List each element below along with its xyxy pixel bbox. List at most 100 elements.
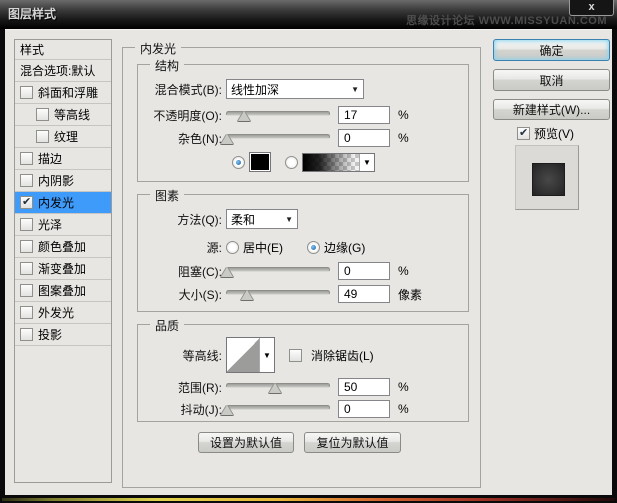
opacity-slider[interactable]: [226, 107, 330, 123]
elements-group: 图素 方法(Q): 柔和 ▼ 源: 居中(E) 边缘(G) 阻塞(C): 0 %…: [137, 187, 469, 312]
antialias-checkbox[interactable]: [289, 348, 302, 362]
panel-title: 内发光: [135, 40, 182, 57]
checkbox-checked-icon[interactable]: [20, 195, 33, 209]
close-button[interactable]: x: [569, 0, 614, 16]
sidebar-item-bevel-emboss[interactable]: 斜面和浮雕: [15, 82, 111, 104]
sidebar-item-gradient-overlay[interactable]: 渐变叠加: [15, 258, 111, 280]
sidebar-label: 斜面和浮雕: [38, 86, 99, 100]
sidebar-item-styles[interactable]: 样式: [15, 40, 111, 60]
checkbox-icon[interactable]: [20, 240, 33, 253]
size-input[interactable]: 49: [338, 285, 390, 303]
noise-input[interactable]: 0: [338, 129, 390, 147]
make-default-label: 设置为默认值: [209, 436, 282, 450]
preview-glow-square: [532, 163, 565, 196]
sidebar-item-stroke[interactable]: 描边: [15, 148, 111, 170]
opacity-label: 不透明度(O):: [153, 108, 222, 123]
source-row: 源: 居中(E) 边缘(G): [138, 237, 468, 257]
noise-slider-thumb[interactable]: [221, 134, 234, 144]
gradient-picker[interactable]: ▼: [302, 152, 375, 172]
opacity-value: 17: [344, 108, 358, 122]
sidebar-item-color-overlay[interactable]: 颜色叠加: [15, 236, 111, 258]
technique-row: 方法(Q): 柔和 ▼: [138, 209, 468, 229]
jitter-unit: %: [398, 402, 409, 416]
sidebar-item-blending-options[interactable]: 混合选项:默认: [15, 60, 111, 82]
jitter-slider[interactable]: [221, 401, 330, 417]
size-slider-thumb[interactable]: [240, 290, 253, 300]
choke-row: 阻塞(C): 0 %: [138, 261, 468, 281]
checkbox-icon[interactable]: [20, 152, 33, 165]
choke-slider[interactable]: [221, 263, 330, 279]
range-slider[interactable]: [226, 379, 330, 395]
noise-slider[interactable]: [221, 130, 330, 146]
range-input[interactable]: 50: [338, 378, 390, 396]
checkbox-icon[interactable]: [20, 328, 33, 341]
sidebar-label: 投影: [38, 328, 63, 342]
checkbox-icon[interactable]: [20, 218, 33, 231]
opacity-unit: %: [398, 108, 409, 122]
layer-style-dialog: 图层样式 思缘设计论坛 WWW.MISSYUAN.COM x 样式 混合选项:默…: [0, 0, 617, 503]
sidebar-item-outer-glow[interactable]: 外发光: [15, 302, 111, 324]
sidebar-item-texture[interactable]: 纹理: [15, 126, 111, 148]
jitter-slider-track[interactable]: [226, 405, 330, 410]
sidebar-label: 描边: [38, 152, 63, 166]
sidebar-item-satin[interactable]: 光泽: [15, 214, 111, 236]
sidebar-item-drop-shadow[interactable]: 投影: [15, 324, 111, 346]
noise-label: 杂色(N):: [178, 131, 222, 146]
reset-default-button[interactable]: 复位为默认值: [304, 432, 401, 453]
dialog-body: 样式 混合选项:默认 斜面和浮雕 等高线 纹理 描边 内阴影 ✔ 内发光 光泽 …: [5, 29, 612, 495]
noise-slider-track[interactable]: [226, 134, 330, 139]
checkbox-icon[interactable]: [36, 108, 49, 121]
choke-input[interactable]: 0: [338, 262, 390, 280]
chevron-down-icon[interactable]: ▼: [359, 153, 374, 171]
inner-glow-panel: 内发光 结构 混合模式(B): 线性加深 ▼ 不透明度(O): 17 % 杂色(…: [122, 40, 481, 488]
blend-mode-select[interactable]: 线性加深 ▼: [226, 79, 364, 99]
preview-checkbox[interactable]: [517, 126, 530, 140]
technique-select[interactable]: 柔和 ▼: [226, 209, 298, 229]
source-center-radio[interactable]: [226, 240, 239, 254]
opacity-slider-thumb[interactable]: [237, 111, 250, 121]
size-label: 大小(S):: [178, 287, 222, 302]
sidebar-item-inner-shadow[interactable]: 内阴影: [15, 170, 111, 192]
noise-unit: %: [398, 131, 409, 145]
chevron-down-icon: ▼: [351, 84, 359, 94]
bottom-gradient-strip: [2, 498, 615, 501]
sidebar-item-inner-glow[interactable]: 内发光: [15, 192, 111, 214]
range-slider-thumb[interactable]: [268, 383, 281, 393]
titlebar[interactable]: 图层样式 思缘设计论坛 WWW.MISSYUAN.COM x: [0, 0, 617, 29]
opacity-input[interactable]: 17: [338, 106, 390, 124]
choke-slider-track[interactable]: [226, 267, 330, 272]
checkbox-icon[interactable]: [20, 86, 33, 99]
gradient-radio[interactable]: [285, 155, 298, 169]
checkbox-icon[interactable]: [20, 306, 33, 319]
ok-button[interactable]: 确定: [493, 39, 610, 61]
checkbox-icon[interactable]: [20, 262, 33, 275]
noise-row: 杂色(N): 0 %: [138, 128, 468, 148]
glow-color-swatch[interactable]: [249, 152, 271, 172]
gradient-swatch[interactable]: [303, 153, 359, 171]
choke-slider-thumb[interactable]: [221, 267, 234, 277]
chevron-down-icon[interactable]: ▼: [259, 338, 274, 372]
sidebar-item-pattern-overlay[interactable]: 图案叠加: [15, 280, 111, 302]
source-edge-radio[interactable]: [307, 240, 320, 254]
jitter-slider-thumb[interactable]: [221, 405, 234, 415]
dialog-title: 图层样式: [8, 7, 57, 21]
structure-legend: 结构: [150, 57, 185, 74]
size-slider[interactable]: [226, 286, 330, 302]
contour-row: 等高线: ▼ 消除锯齿(L): [138, 337, 468, 373]
new-style-button[interactable]: 新建样式(W)...: [493, 99, 610, 120]
checkbox-icon[interactable]: [20, 174, 33, 187]
range-unit: %: [398, 380, 409, 394]
make-default-button[interactable]: 设置为默认值: [198, 432, 294, 453]
styles-sidebar: 样式 混合选项:默认 斜面和浮雕 等高线 纹理 描边 内阴影 ✔ 内发光 光泽 …: [14, 39, 112, 483]
checkbox-icon[interactable]: [20, 284, 33, 297]
sidebar-label: 纹理: [54, 130, 79, 144]
contour-picker[interactable]: ▼: [226, 337, 275, 373]
jitter-input[interactable]: 0: [338, 400, 390, 418]
contour-thumbnail-icon[interactable]: [227, 338, 259, 372]
checkbox-icon[interactable]: [36, 130, 49, 143]
cancel-label: 取消: [539, 73, 564, 88]
solid-color-radio[interactable]: [232, 155, 245, 169]
sidebar-item-contour[interactable]: 等高线: [15, 104, 111, 126]
technique-label: 方法(Q):: [177, 212, 222, 227]
cancel-button[interactable]: 取消: [493, 69, 610, 91]
